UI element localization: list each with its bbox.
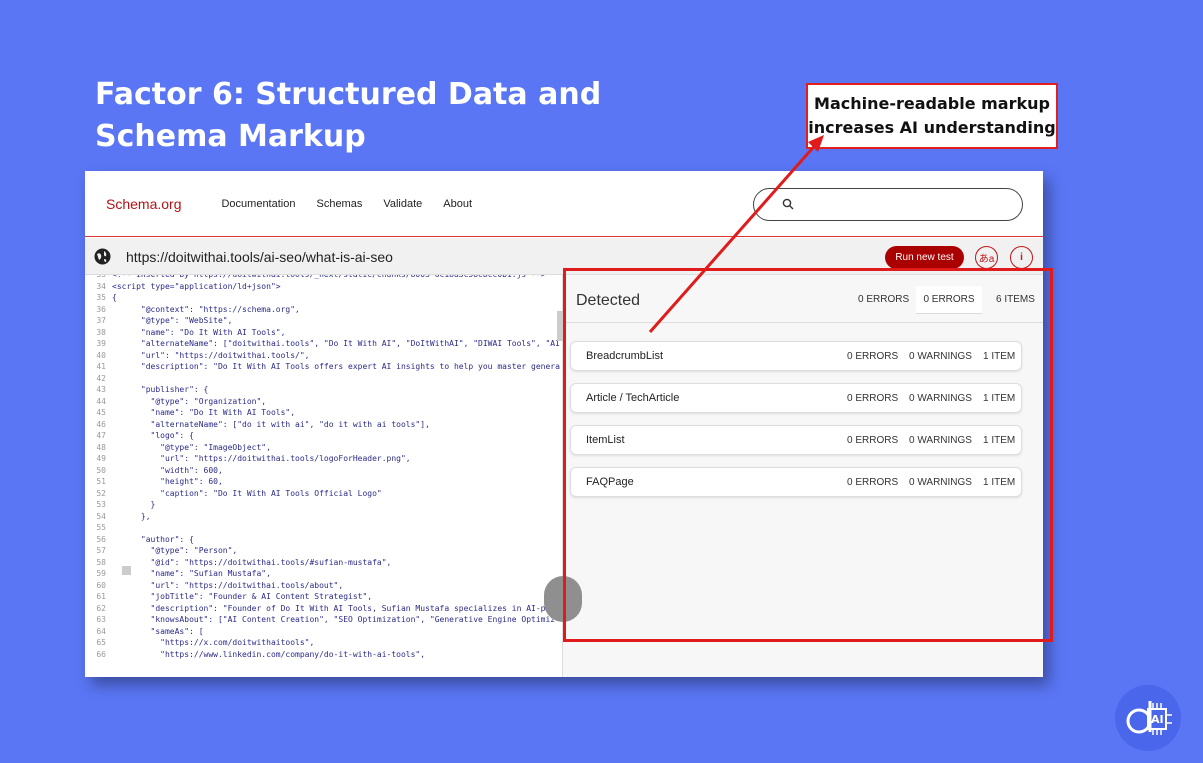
callout-arrow — [648, 135, 824, 333]
logo-chip-icon — [1126, 701, 1172, 735]
logo-text: AI — [1151, 713, 1164, 726]
brand-logo: AI — [1115, 685, 1181, 751]
